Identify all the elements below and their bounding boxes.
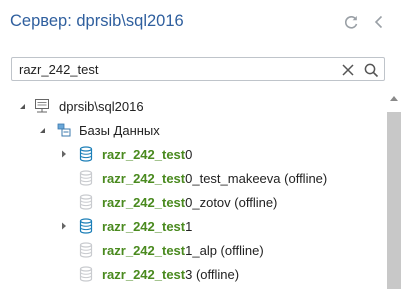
database-name-suffix: 0_test_makeeva (offline): [185, 171, 328, 186]
database-name-suffix: 3 (offline): [185, 267, 240, 282]
tree-node-database[interactable]: razr_242_test0_zotov (offline): [0, 191, 385, 213]
scroll-up-arrow-icon[interactable]: [390, 96, 398, 101]
expand-toggle[interactable]: [59, 148, 69, 160]
chevron-left-icon: [374, 15, 383, 29]
database-name-suffix: 1_alp (offline): [185, 243, 264, 258]
collapse-toggle[interactable]: [37, 124, 47, 136]
collapsed-triangle-icon: [62, 150, 66, 158]
expanded-triangle-icon: [39, 127, 45, 133]
collapse-toggle[interactable]: [17, 100, 27, 112]
database-offline-icon: [77, 193, 95, 211]
object-tree: dprsib\sql2016 Базы Данных razr_242_test…: [0, 92, 385, 289]
search-match-highlight: razr_242_test: [102, 243, 186, 258]
tree-node-database[interactable]: razr_242_test3 (offline): [0, 263, 385, 285]
tree-node-databases-label: Базы Данных: [79, 123, 160, 138]
scrollbar-thumb[interactable]: [387, 112, 401, 289]
search-match-highlight: razr_242_test: [102, 147, 186, 162]
tree-node-server-label: dprsib\sql2016: [59, 99, 144, 114]
tree-node-database[interactable]: razr_242_test0: [0, 143, 385, 165]
search-match-highlight: razr_242_test: [102, 219, 186, 234]
tree-node-database[interactable]: razr_242_test0_test_makeeva (offline): [0, 167, 385, 189]
tree-node-server[interactable]: dprsib\sql2016: [0, 95, 385, 117]
database-online-icon: [77, 217, 95, 235]
tree-node-database[interactable]: razr_242_test1_alp (offline): [0, 239, 385, 261]
close-icon: [342, 64, 354, 76]
search-icon: [364, 63, 378, 77]
expanded-triangle-icon: [19, 103, 25, 109]
collapsed-triangle-icon: [62, 222, 66, 230]
database-offline-icon: [77, 169, 95, 187]
search-match-highlight: razr_242_test: [102, 267, 186, 282]
database-offline-icon: [77, 241, 95, 259]
search-input[interactable]: [12, 58, 339, 80]
databases-folder-icon: [55, 121, 73, 139]
tree-node-databases-folder[interactable]: Базы Данных: [0, 119, 385, 141]
search-match-highlight: razr_242_test: [102, 195, 186, 210]
clear-search-button[interactable]: [338, 60, 358, 80]
tree-node-database[interactable]: razr_242_test1: [0, 215, 385, 237]
expand-toggle[interactable]: [59, 220, 69, 232]
search-box: [11, 57, 385, 81]
database-name-suffix: 1: [185, 219, 193, 234]
refresh-icon: [345, 16, 358, 29]
database-offline-icon: [77, 265, 95, 283]
refresh-button[interactable]: [342, 12, 360, 32]
panel-title: Сервер: dprsib\sql2016: [10, 12, 184, 30]
database-name-suffix: 0_zotov (offline): [185, 195, 278, 210]
search-match-highlight: razr_242_test: [102, 171, 186, 186]
database-name-suffix: 0: [185, 147, 193, 162]
search-button[interactable]: [361, 60, 381, 80]
database-online-icon: [77, 145, 95, 163]
collapse-panel-button[interactable]: [370, 12, 388, 32]
server-icon: [33, 97, 51, 115]
